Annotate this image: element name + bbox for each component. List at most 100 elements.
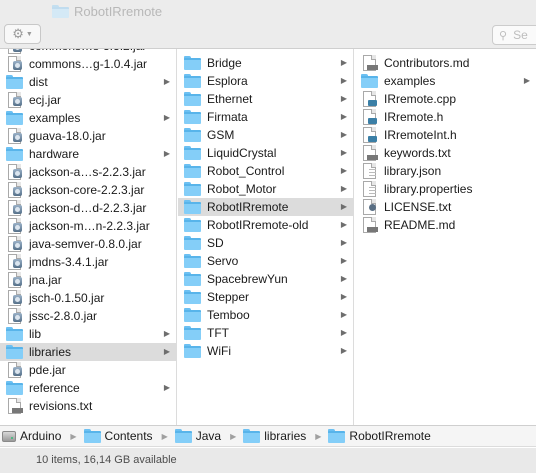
folder-item[interactable]: Stepper ▶: [178, 288, 353, 306]
folder-icon: [243, 428, 261, 444]
file-item[interactable]: IRremote.h: [355, 108, 536, 126]
folder-icon: [184, 181, 201, 197]
chevron-right-icon: ▶: [315, 431, 322, 441]
folder-icon: [184, 253, 201, 269]
path-crumb[interactable]: Contents: [83, 428, 153, 444]
file-item[interactable]: ecj.jar: [0, 91, 176, 109]
chevron-right-icon: ▶: [340, 274, 347, 283]
folder-item[interactable]: Robot_Control ▶: [178, 162, 353, 180]
file-item[interactable]: jackson-m…n-2.2.3.jar: [0, 217, 176, 235]
chevron-right-icon: ▶: [340, 256, 347, 265]
item-name: examples: [29, 111, 81, 125]
folder-item[interactable]: Ethernet ▶: [178, 90, 353, 108]
path-crumb-label: RobotIRremote: [349, 429, 431, 443]
file-item[interactable]: keywords.txt: [355, 144, 536, 162]
column-libraries[interactable]: Bridge ▶ Esplora ▶ Ethernet ▶ Firmata ▶ GSM ▶ Liqu…: [178, 49, 354, 425]
folder-item[interactable]: dist ▶: [0, 73, 176, 91]
folder-item[interactable]: reference ▶: [0, 379, 176, 397]
folder-item[interactable]: lib ▶: [0, 325, 176, 343]
path-crumb-label: libraries: [264, 429, 307, 443]
chevron-right-icon: ▶: [163, 347, 170, 356]
folder-icon: [6, 380, 23, 396]
folder-icon: [6, 344, 23, 360]
item-name: IRremote.h: [384, 110, 444, 124]
path-crumb[interactable]: Arduino: [2, 429, 61, 443]
path-crumb-label: Contents: [104, 429, 153, 443]
folder-item[interactable]: examples ▶: [0, 109, 176, 127]
chevron-right-icon: ▶: [163, 113, 170, 122]
folder-item[interactable]: Robot_Motor ▶: [178, 180, 353, 198]
file-item[interactable]: IRremote.cpp: [355, 90, 536, 108]
item-name: SpacebrewYun: [207, 272, 288, 286]
status-bar: 10 items, 16,14 GB available: [0, 448, 536, 473]
file-item[interactable]: commons…g-1.0.4.jar: [0, 55, 176, 73]
folder-item[interactable]: Temboo ▶: [178, 306, 353, 324]
file-item[interactable]: pde.jar: [0, 361, 176, 379]
text-file-icon: [361, 145, 378, 161]
file-item[interactable]: guava-18.0.jar: [0, 127, 176, 145]
folder-item[interactable]: SpacebrewYun ▶: [178, 270, 353, 288]
item-name: IRremote.cpp: [384, 92, 457, 106]
action-menu-button[interactable]: ⚙ ▼: [4, 24, 41, 44]
file-item[interactable]: Contributors.md: [355, 54, 536, 72]
path-crumb[interactable]: libraries: [243, 428, 306, 444]
folder-item[interactable]: examples ▶: [355, 72, 536, 90]
path-crumb[interactable]: RobotIRremote: [328, 428, 431, 444]
folder-icon: [184, 271, 201, 287]
file-item[interactable]: jackson-d…d-2.2.3.jar: [0, 199, 176, 217]
folder-item[interactable]: Esplora ▶: [178, 72, 353, 90]
chevron-right-icon: ▶: [230, 431, 237, 441]
file-item[interactable]: README.md: [355, 216, 536, 234]
file-item[interactable]: revisions.txt: [0, 397, 176, 415]
folder-item[interactable]: Bridge ▶: [178, 54, 353, 72]
file-item[interactable]: jackson-a…s-2.2.3.jar: [0, 163, 176, 181]
file-item[interactable]: jmdns-3.4.1.jar: [0, 253, 176, 271]
file-item[interactable]: jna.jar: [0, 271, 176, 289]
folder-item[interactable]: WiFi ▶: [178, 342, 353, 360]
chevron-down-icon: ▼: [25, 30, 33, 38]
folder-item[interactable]: GSM ▶: [178, 126, 353, 144]
file-item[interactable]: LICENSE.txt: [355, 198, 536, 216]
chevron-right-icon: ▶: [340, 184, 347, 193]
item-name: reference: [29, 381, 80, 395]
search-input[interactable]: ⚲ Se: [492, 25, 536, 45]
path-crumb[interactable]: Java: [174, 428, 221, 444]
file-item[interactable]: library.json: [355, 162, 536, 180]
item-name: library.json: [384, 164, 442, 178]
folder-item[interactable]: Servo ▶: [178, 252, 353, 270]
file-item[interactable]: library.properties: [355, 180, 536, 198]
folder-item[interactable]: Firmata ▶: [178, 108, 353, 126]
folder-item[interactable]: RobotIRremote ▶: [178, 198, 353, 216]
folder-icon: [184, 307, 201, 323]
item-name: Robot_Motor: [207, 182, 277, 196]
file-item[interactable]: jssc-2.8.0.jar: [0, 307, 176, 325]
item-name: LiquidCrystal: [207, 146, 277, 160]
hard-drive-icon: [2, 430, 16, 442]
folder-item[interactable]: hardware ▶: [0, 145, 176, 163]
chevron-right-icon: ▶: [340, 130, 347, 139]
item-name: LICENSE.txt: [384, 200, 452, 214]
file-item[interactable]: IRremoteInt.h: [355, 126, 536, 144]
folder-item[interactable]: LiquidCrystal ▶: [178, 144, 353, 162]
item-name: libraries: [29, 345, 72, 359]
item-name: examples: [384, 74, 436, 88]
folder-icon: [184, 109, 201, 125]
folder-item[interactable]: TFT ▶: [178, 324, 353, 342]
folder-item[interactable]: SD ▶: [178, 234, 353, 252]
jar-file-icon: [6, 272, 23, 288]
toolbar: ⚙ ▼ ⚲ Se: [0, 24, 536, 49]
file-item[interactable]: jackson-core-2.2.3.jar: [0, 181, 176, 199]
column-arduino-java[interactable]: commons…s-3.3.2.jar commons…g-1.0.4.jar di…: [0, 49, 177, 425]
license-file-icon: [361, 199, 378, 215]
source-file-icon: [361, 109, 378, 125]
item-name: jackson-d…d-2.2.3.jar: [29, 201, 147, 215]
folder-item[interactable]: libraries ▶: [0, 343, 176, 361]
column-robotirremote[interactable]: Contributors.md examples ▶ IRremote.cpp IRre…: [355, 49, 536, 425]
file-item[interactable]: jsch-0.1.50.jar: [0, 289, 176, 307]
item-name: library.properties: [384, 182, 473, 196]
folder-icon: [184, 343, 201, 359]
item-name: jmdns-3.4.1.jar: [29, 255, 109, 269]
file-item[interactable]: java-semver-0.8.0.jar: [0, 235, 176, 253]
chevron-right-icon: ▶: [340, 238, 347, 247]
folder-item[interactable]: RobotIRremote-old ▶: [178, 216, 353, 234]
